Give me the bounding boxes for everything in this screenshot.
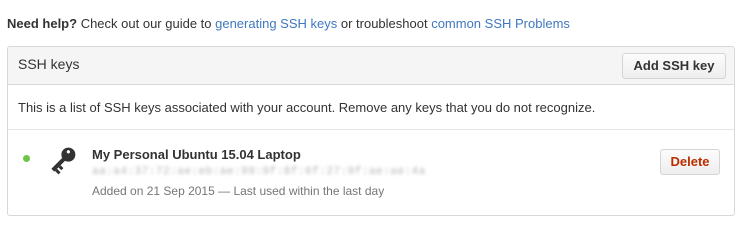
key-active-status-dot bbox=[23, 155, 30, 162]
panel-title: SSH keys bbox=[18, 56, 80, 72]
delete-key-button[interactable]: Delete bbox=[660, 149, 720, 175]
help-text-2: or troubleshoot bbox=[337, 16, 432, 31]
key-title: My Personal Ubuntu 15.04 Laptop bbox=[92, 147, 301, 162]
add-ssh-key-button[interactable]: Add SSH key bbox=[622, 53, 726, 79]
help-prefix: Need help? bbox=[7, 16, 78, 31]
common-ssh-problems-link[interactable]: common SSH Problems bbox=[431, 16, 570, 31]
key-fingerprint: aa:a4:37:72:ae:eb:ae:99:9f:8f:6f:27:9f:a… bbox=[92, 166, 426, 178]
panel-description: This is a list of SSH keys associated wi… bbox=[18, 100, 596, 115]
ssh-key-row: My Personal Ubuntu 15.04 Laptop aa:a4:37… bbox=[8, 130, 734, 216]
key-meta: Added on 21 Sep 2015 — Last used within … bbox=[92, 184, 385, 198]
help-text-1: Check out our guide to bbox=[77, 16, 216, 31]
generating-ssh-keys-link[interactable]: generating SSH keys bbox=[215, 16, 337, 31]
key-icon bbox=[51, 147, 76, 175]
ssh-keys-panel: SSH keys Add SSH key This is a list of S… bbox=[7, 46, 735, 216]
panel-header: SSH keys Add SSH key bbox=[8, 47, 734, 85]
help-text: Need help? Check out our guide to genera… bbox=[7, 15, 570, 33]
